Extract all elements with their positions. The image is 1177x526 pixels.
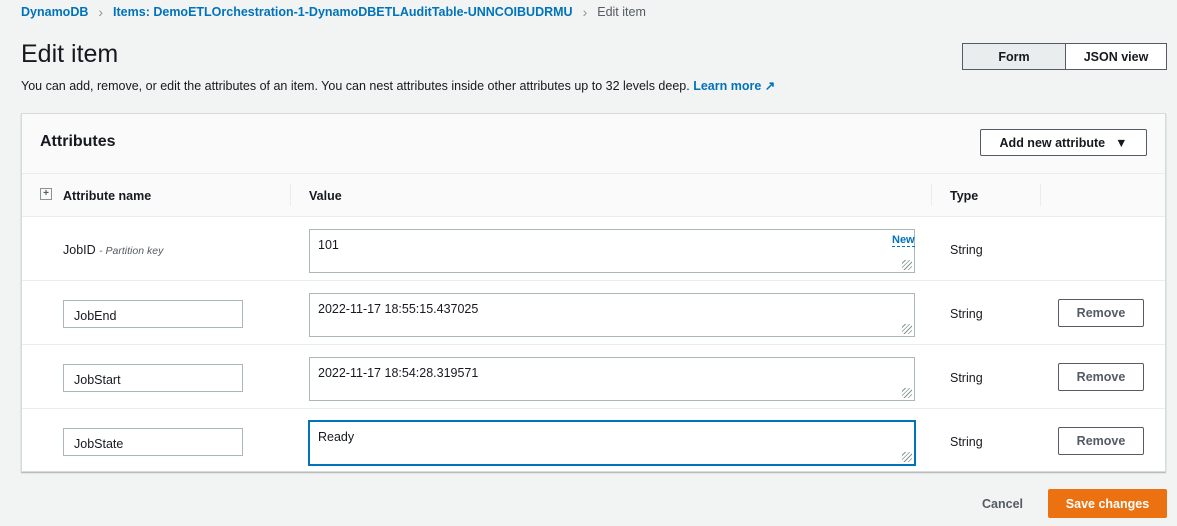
remove-button[interactable]: Remove [1058, 299, 1144, 327]
caret-down-icon: ▼ [1115, 135, 1128, 150]
page-description: You can add, remove, or edit the attribu… [21, 78, 775, 93]
remove-button[interactable]: Remove [1058, 363, 1144, 391]
panel-title: Attributes [40, 133, 116, 150]
value-input[interactable]: 101 [309, 229, 915, 273]
external-link-icon: ↗ [764, 79, 776, 93]
new-badge: New [892, 234, 915, 247]
breadcrumb-current: Edit item [597, 5, 646, 19]
learn-more-label: Learn more [693, 79, 762, 93]
attributes-panel: Attributes Add new attribute ▼ + Attribut… [21, 113, 1166, 472]
col-value: Value [309, 189, 342, 203]
col-type: Type [950, 189, 979, 203]
breadcrumb-items[interactable]: Items: DemoETLOrchestration-1-DynamoDBET… [113, 5, 573, 19]
attribute-name-input[interactable]: JobState [63, 428, 243, 456]
type-label: String [950, 435, 983, 449]
col-attribute-name: Attribute name [63, 189, 152, 203]
table-row: JobID - Partition key 101 New String [22, 217, 1165, 281]
chevron-right-icon: › [582, 4, 588, 20]
value-input[interactable]: 2022-11-17 18:55:15.437025 [309, 293, 915, 337]
table-header: + Attribute name Value Type [22, 174, 1165, 217]
type-label: String [950, 243, 983, 257]
table-row: JobState Ready String Remove [22, 409, 1165, 473]
save-changes-button[interactable]: Save changes [1048, 489, 1167, 518]
attribute-name-input[interactable]: JobEnd [63, 300, 243, 328]
learn-more-link[interactable]: Learn more ↗ [693, 79, 775, 93]
page-title: Edit item [21, 40, 119, 68]
value-input[interactable]: 2022-11-17 18:54:28.319571 [309, 357, 915, 401]
add-new-attribute-button[interactable]: Add new attribute ▼ [980, 129, 1147, 156]
tab-json-view[interactable]: JSON view [1066, 43, 1167, 70]
type-label: String [950, 307, 983, 321]
description-text: You can add, remove, or edit the attribu… [21, 79, 690, 93]
tab-form[interactable]: Form [962, 43, 1066, 70]
value-input[interactable]: Ready [309, 421, 915, 465]
expand-all-icon[interactable]: + [40, 188, 52, 200]
table-row: JobStart 2022-11-17 18:54:28.319571 Stri… [22, 345, 1165, 409]
partition-key-label: - Partition key [99, 245, 164, 257]
view-toggle: Form JSON view [962, 43, 1167, 70]
type-label: String [950, 371, 983, 385]
add-attribute-label: Add new attribute [999, 135, 1106, 150]
chevron-right-icon: › [98, 4, 104, 20]
table-row: JobEnd 2022-11-17 18:55:15.437025 String… [22, 281, 1165, 345]
attribute-name-input[interactable]: JobStart [63, 364, 243, 392]
remove-button[interactable]: Remove [1058, 427, 1144, 455]
breadcrumb-dynamodb[interactable]: DynamoDB [21, 5, 88, 19]
name-text: JobID [63, 243, 96, 257]
breadcrumb: DynamoDB › Items: DemoETLOrchestration-1-… [21, 4, 646, 20]
attribute-name: JobID - Partition key [63, 243, 163, 257]
cancel-button[interactable]: Cancel [982, 497, 1023, 511]
